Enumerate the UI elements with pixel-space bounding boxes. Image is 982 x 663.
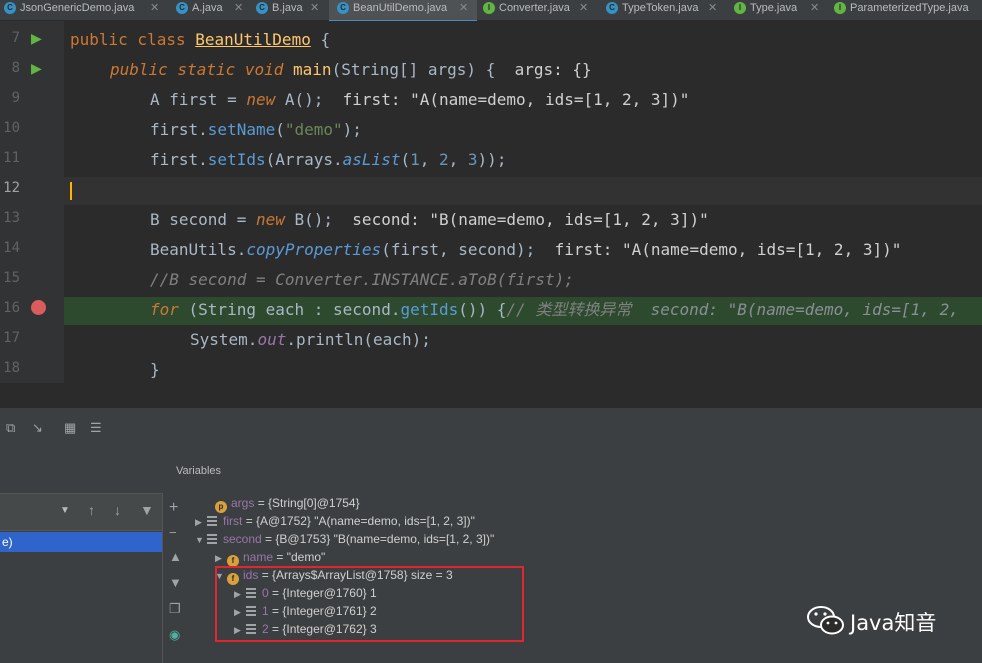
code-line-10: first.setName("demo"); <box>150 120 362 139</box>
variable-icon <box>207 516 217 526</box>
code-line-16: for (String each : second.getIds()) {// … <box>150 300 959 319</box>
variables-side-toolbar: + − ▲ ▼ ❐ ◉ <box>162 493 188 663</box>
tab-a-java[interactable]: C A.java ✕ <box>176 0 256 20</box>
evaluate-icon[interactable]: ▦ <box>64 420 76 436</box>
code-editor[interactable]: 7 8 9 10 11 12 13 14 15 16 17 18 ▶ ▶ pub… <box>0 21 982 383</box>
line-number: 18 <box>3 360 20 376</box>
code-line-15: //B second = Converter.INSTANCE.aToB(fir… <box>150 270 574 289</box>
tab-converter[interactable]: I Converter.java ✕ <box>483 0 593 20</box>
code-line-18: } <box>150 360 160 379</box>
interface-icon: I <box>734 2 746 14</box>
tab-b-java[interactable]: C B.java ✕ <box>256 0 326 20</box>
arrow-down-icon[interactable]: ↓ <box>114 502 121 518</box>
arrow-up-icon[interactable]: ↑ <box>88 502 95 518</box>
code-line-9: A first = new A(); first: "A(name=demo, … <box>150 90 690 109</box>
line-number: 17 <box>3 330 20 346</box>
code-line-7: public class BeanUtilDemo { <box>70 30 331 49</box>
watermark: Java知音 <box>806 604 974 638</box>
close-icon[interactable]: ✕ <box>150 0 159 16</box>
variables-tab[interactable]: Variables <box>176 465 221 477</box>
breakpoint-icon[interactable] <box>31 300 46 315</box>
line-number: 10 <box>3 120 20 136</box>
close-icon[interactable]: ✕ <box>234 0 243 16</box>
chevron-down-icon[interactable]: ▼ <box>60 505 70 516</box>
code-line-17: System.out.println(each); <box>190 330 431 349</box>
line-number: 8 <box>11 60 20 76</box>
variable-row[interactable]: p args = {String[0]@1754} <box>215 494 360 513</box>
close-icon[interactable]: ✕ <box>708 0 717 16</box>
frames-toolbar: ▼ ↑ ↓ ▼ <box>0 493 162 531</box>
tab-bean-util-demo[interactable]: C BeanUtilDemo.java ✕ <box>329 0 477 23</box>
step-into-icon[interactable]: ↘ <box>32 420 43 436</box>
line-number: 13 <box>3 210 20 226</box>
close-icon[interactable]: ✕ <box>459 0 468 16</box>
current-line-highlight <box>64 177 982 205</box>
variable-row[interactable]: ▼ second = {B@1753} "B(name=demo, ids=[1,… <box>195 530 494 548</box>
line-number: 7 <box>11 30 20 46</box>
run-icon[interactable]: ▶ <box>31 60 42 77</box>
highlight-box <box>215 566 524 642</box>
collapse-icon[interactable]: ▼ <box>195 531 207 549</box>
minus-icon[interactable]: − <box>169 525 177 540</box>
tab-type[interactable]: I Type.java ✕ <box>734 0 824 20</box>
line-number: 11 <box>3 150 20 166</box>
line-number: 14 <box>3 240 20 256</box>
move-up-icon[interactable]: ▲ <box>169 549 182 564</box>
wechat-icon <box>807 606 844 635</box>
run-icon[interactable]: ▶ <box>31 30 42 47</box>
text-caret <box>70 182 72 200</box>
class-icon: C <box>176 2 188 14</box>
code-line-13: B second = new B(); second: "B(name=demo… <box>150 210 709 229</box>
add-icon[interactable]: + <box>169 499 178 517</box>
class-icon: C <box>256 2 268 14</box>
tab-parameterized-type[interactable]: I ParameterizedType.java <box>834 0 982 20</box>
interface-icon: I <box>834 2 846 14</box>
close-icon[interactable]: ✕ <box>310 0 319 16</box>
tab-json-generic-demo[interactable]: C JsonGenericDemo.java ✕ <box>4 0 164 20</box>
tab-type-token[interactable]: C TypeToken.java ✕ <box>606 0 717 20</box>
line-number: 9 <box>11 90 20 106</box>
variable-icon <box>207 534 217 544</box>
line-number: 15 <box>3 270 20 286</box>
close-icon[interactable]: ✕ <box>810 0 819 16</box>
interface-icon: I <box>483 2 495 14</box>
code-line-14: BeanUtils.copyProperties(first, second);… <box>150 240 902 259</box>
code-line-11: first.setIds(Arrays.asList(1, 2, 3)); <box>150 150 507 169</box>
line-number: 12 <box>3 180 20 196</box>
class-icon: C <box>606 2 618 14</box>
close-icon[interactable]: ✕ <box>579 0 588 16</box>
expand-icon[interactable]: ▶ <box>195 513 207 531</box>
trace-icon[interactable]: ☰ <box>90 420 102 436</box>
variable-row[interactable]: ▶ first = {A@1752} "A(name=demo, ids=[1, … <box>195 512 475 530</box>
filter-icon[interactable]: ▼ <box>140 502 154 518</box>
expand-icon[interactable]: ▶ <box>215 549 227 567</box>
code-line-8: public static void main(String[] args) {… <box>110 60 592 79</box>
frame-item-selected[interactable]: e) <box>0 532 162 552</box>
line-number: 16 <box>3 300 20 316</box>
copy-icon[interactable]: ❐ <box>169 601 181 617</box>
restore-layout-icon[interactable]: ⧉ <box>6 420 15 436</box>
editor-tab-bar: C JsonGenericDemo.java ✕ C A.java ✕ C B.… <box>0 0 982 23</box>
class-icon: C <box>337 2 349 14</box>
class-icon: C <box>4 2 16 14</box>
variable-row[interactable]: ▶ f name = "demo" <box>215 548 325 567</box>
watches-icon[interactable]: ◉ <box>169 627 180 643</box>
move-down-icon[interactable]: ▼ <box>169 575 182 590</box>
